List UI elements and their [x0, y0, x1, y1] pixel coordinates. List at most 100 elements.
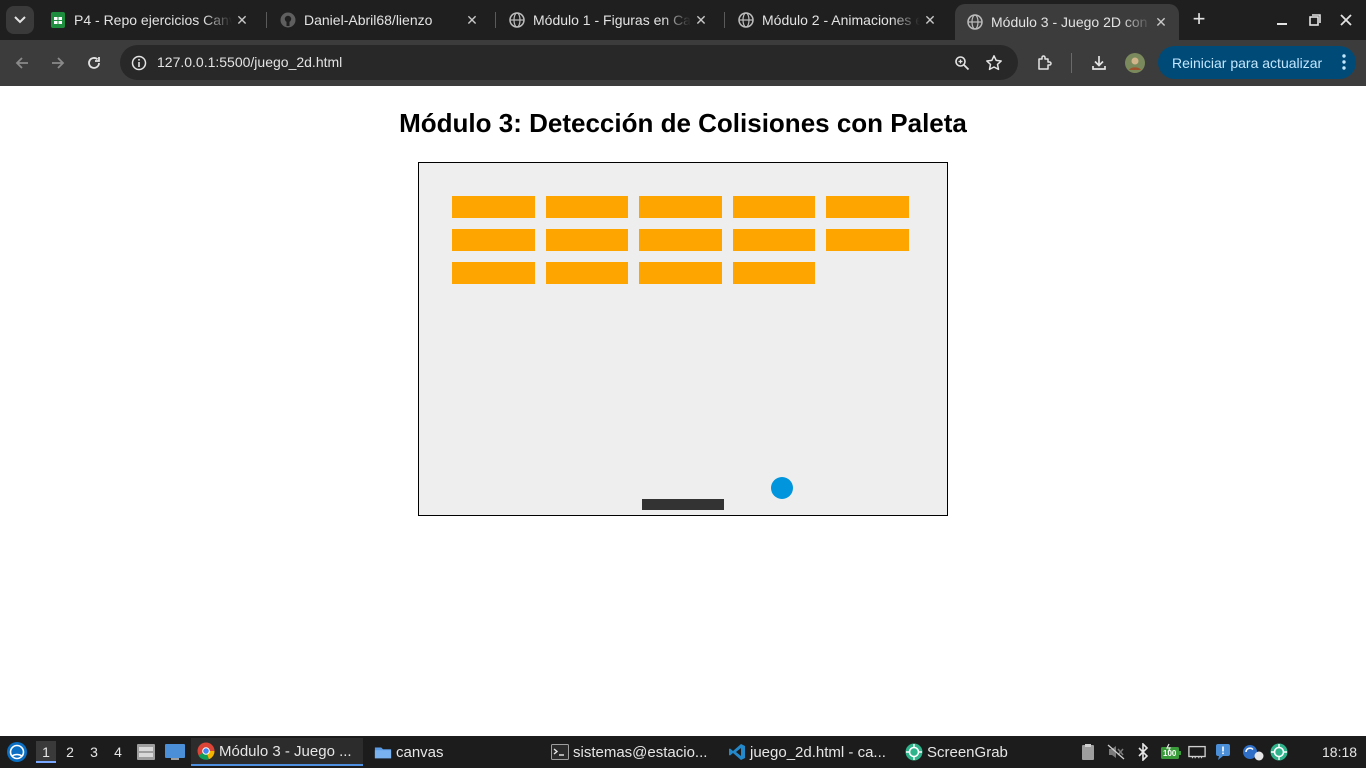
arrow-right-icon — [52, 57, 65, 69]
task-label: sistemas@estacio... — [573, 743, 708, 761]
github-icon — [280, 12, 296, 28]
tab-title: Daniel-Abril68/lienzo — [304, 12, 433, 28]
task-chrome[interactable]: Módulo 3 - Juego ... — [191, 738, 363, 766]
browser-toolbar: 127.0.0.1:5500/juego_2d.html Reiniciar p… — [0, 40, 1366, 86]
close-tab-icon[interactable]: ✕ — [691, 10, 711, 30]
brick — [546, 196, 628, 218]
file-manager-launcher[interactable] — [136, 736, 156, 768]
tab-separator — [724, 12, 725, 28]
minimize-button[interactable] — [1270, 8, 1294, 32]
chevron-down-icon — [14, 16, 26, 24]
game-canvas[interactable] — [418, 162, 948, 516]
clock[interactable]: 18:18 — [1322, 744, 1357, 760]
volume-muted-icon[interactable] — [1107, 743, 1125, 761]
workspace-2[interactable]: 2 — [60, 741, 80, 763]
brick — [733, 229, 815, 251]
show-desktop-launcher[interactable] — [164, 736, 186, 768]
ball — [771, 477, 793, 499]
brick — [639, 262, 722, 284]
tab-modulo-1[interactable]: Módulo 1 - Figuras en Canvas ✕ — [497, 6, 719, 34]
task-label: ScreenGrab — [927, 743, 1008, 761]
tab-modulo-2[interactable]: Módulo 2 - Animaciones en Canvas ✕ — [726, 6, 948, 34]
new-tab-button[interactable]: + — [1187, 8, 1211, 32]
restart-to-update-button[interactable]: Reiniciar para actualizar — [1158, 46, 1356, 79]
workspace-4[interactable]: 4 — [108, 741, 128, 763]
screengrab-icon — [905, 743, 923, 761]
close-window-button[interactable] — [1334, 8, 1358, 32]
task-label: Módulo 3 - Juego ... — [219, 742, 352, 760]
arrow-left-icon — [15, 57, 28, 69]
close-tab-icon[interactable]: ✕ — [920, 10, 940, 30]
brick — [546, 229, 628, 251]
tab-search-button[interactable] — [6, 6, 34, 34]
brick — [639, 229, 722, 251]
forward-button[interactable] — [46, 51, 70, 75]
task-folder-canvas[interactable]: canvas — [368, 738, 540, 766]
folder-icon — [374, 743, 392, 761]
brick — [639, 196, 722, 218]
restore-button[interactable] — [1303, 8, 1327, 32]
task-label: canvas — [396, 743, 444, 761]
paddle[interactable] — [642, 499, 724, 510]
close-icon — [1340, 14, 1352, 26]
close-tab-icon[interactable]: ✕ — [232, 10, 252, 30]
start-menu-button[interactable] — [6, 736, 28, 768]
task-terminal[interactable]: sistemas@estacio... — [545, 738, 717, 766]
task-vscode[interactable]: juego_2d.html - ca... — [722, 738, 894, 766]
brick — [733, 262, 815, 284]
toolbar-divider — [1071, 53, 1072, 73]
download-icon[interactable] — [1088, 52, 1110, 74]
restore-icon — [1309, 14, 1321, 26]
clipboard-icon[interactable] — [1079, 743, 1097, 761]
brick — [452, 262, 535, 284]
brick — [826, 196, 909, 218]
back-button[interactable] — [10, 51, 34, 75]
tab-title: Módulo 1 - Figuras en Canvas — [533, 12, 691, 28]
workspace-3[interactable]: 3 — [84, 741, 104, 763]
desktop-icon — [165, 744, 185, 760]
task-label: juego_2d.html - ca... — [750, 743, 886, 761]
more-menu-icon[interactable] — [1342, 53, 1346, 71]
globe-icon — [967, 14, 983, 30]
update-button-label: Reiniciar para actualizar — [1172, 54, 1323, 71]
tab-github-lienzo[interactable]: Daniel-Abril68/lienzo ✕ — [268, 6, 490, 34]
screengrab-tray-icon[interactable] — [1270, 743, 1288, 761]
brick — [733, 196, 815, 218]
page-title: Módulo 3: Detección de Colisiones con Pa… — [399, 108, 967, 138]
close-tab-icon[interactable]: ✕ — [462, 10, 482, 30]
bluetooth-icon[interactable] — [1134, 743, 1152, 761]
brick — [546, 262, 628, 284]
tab-p4-repo[interactable]: P4 - Repo ejercicios Canvas ✕ — [38, 6, 260, 34]
site-info-icon[interactable] — [128, 52, 150, 74]
extensions-icon[interactable] — [1034, 52, 1056, 74]
battery-level: 100 — [1163, 749, 1177, 758]
sheets-icon — [50, 12, 66, 28]
close-tab-icon[interactable]: ✕ — [1151, 12, 1171, 32]
brick — [452, 196, 535, 218]
terminal-icon — [551, 743, 569, 761]
minimize-icon — [1277, 23, 1287, 25]
workspace-1[interactable]: 1 — [36, 741, 56, 763]
tab-title: Módulo 2 - Animaciones en Canvas — [762, 12, 920, 28]
notification-icon[interactable] — [1214, 743, 1232, 761]
web-page: Módulo 3: Detección de Colisiones con Pa… — [0, 86, 1366, 736]
chrome-icon — [197, 742, 215, 760]
network-wired-icon[interactable] — [1188, 743, 1206, 761]
tab-modulo-3-active[interactable]: Módulo 3 - Juego 2D con Canvas ✕ — [955, 4, 1179, 40]
zoom-icon[interactable] — [952, 53, 972, 73]
reload-button[interactable] — [82, 51, 106, 75]
task-screengrab[interactable]: ScreenGrab — [899, 738, 1071, 766]
tab-title: Módulo 3 - Juego 2D con Canvas — [991, 14, 1151, 30]
tab-strip: P4 - Repo ejercicios Canvas ✕ Daniel-Abr… — [0, 0, 1366, 40]
reload-icon — [88, 57, 100, 69]
brick — [452, 229, 535, 251]
battery-indicator[interactable]: 100 — [1160, 743, 1182, 761]
address-bar[interactable]: 127.0.0.1:5500/juego_2d.html — [120, 45, 1018, 80]
profile-avatar-icon[interactable] — [1124, 52, 1146, 74]
globe-icon — [738, 12, 754, 28]
update-notifier-icon[interactable] — [1242, 743, 1264, 761]
lubuntu-logo-icon — [7, 742, 27, 762]
tab-title: P4 - Repo ejercicios Canvas — [74, 12, 232, 28]
vscode-icon — [728, 743, 746, 761]
bookmark-star-icon[interactable] — [984, 53, 1004, 73]
